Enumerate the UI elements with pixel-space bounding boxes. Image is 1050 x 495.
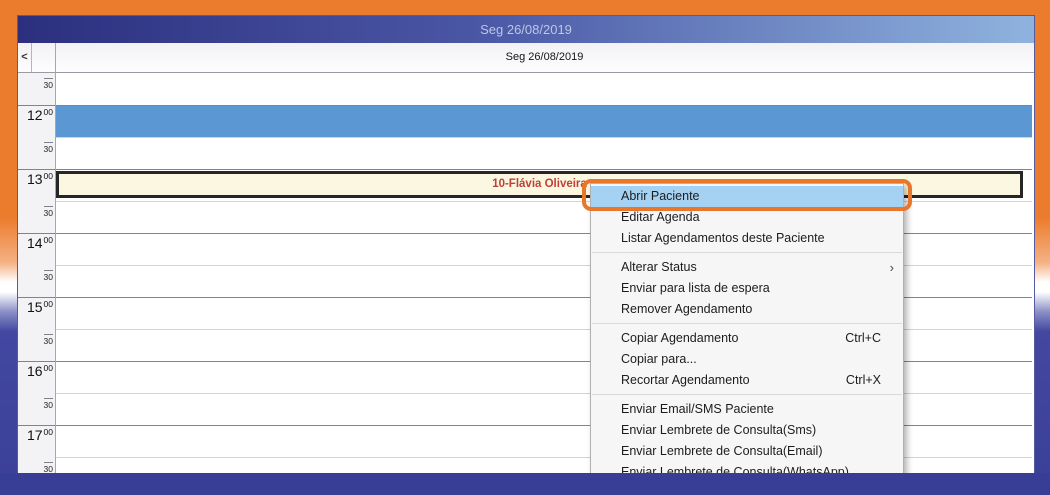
menu-item-label: Remover Agendamento [621,299,752,320]
menu-item-enviar-para-lista-de-espera[interactable]: Enviar para lista de espera [591,278,903,299]
context-menu: Abrir PacienteEditar AgendaListar Agenda… [590,183,904,476]
half-hour-label: 30 [18,395,53,413]
hour-label: 1400 [18,235,53,253]
menu-item-label: Enviar Lembrete de Consulta(Email) [621,441,822,462]
hour-gridline-gutter [18,105,55,106]
menu-item-enviar-lembrete-de-consulta-email[interactable]: Enviar Lembrete de Consulta(Email) [591,441,903,462]
hour-label: 1700 [18,427,53,445]
menu-item-editar-agenda[interactable]: Editar Agenda [591,207,903,228]
menu-item-alterar-status[interactable]: Alterar Status › [591,257,903,278]
menu-separator [592,252,902,253]
menu-item-label: Enviar Email/SMS Paciente [621,399,774,420]
menu-item-label: Listar Agendamentos deste Paciente [621,228,825,249]
menu-item-shortcut: Ctrl+C [845,328,894,349]
half-hour-label: 30 [18,267,53,285]
menu-item-listar-agendamentos-deste-paciente[interactable]: Listar Agendamentos deste Paciente [591,228,903,249]
menu-item-recortar-agendamento[interactable]: Recortar Agendamento Ctrl+X [591,370,903,391]
menu-separator [592,394,902,395]
hour-gridline-gutter [18,233,55,234]
half-hour-gridline [55,137,1032,138]
menu-item-abrir-paciente[interactable]: Abrir Paciente [591,186,903,207]
hour-gridline-gutter [18,169,55,170]
menu-item-label: Enviar para lista de espera [621,278,770,299]
menu-item-label: Copiar Agendamento [621,328,738,349]
hour-label: 1200 [18,107,53,125]
agenda-window: Seg 26/08/2019 < Seg 26/08/2019 30 1200 30… [17,15,1035,476]
menu-item-remover-agendamento[interactable]: Remover Agendamento [591,299,903,320]
menu-item-label: Copiar para... [621,349,697,370]
hour-label: 1300 [18,171,53,189]
menu-item-label: Enviar Lembrete de Consulta(Sms) [621,420,816,441]
hour-gridline-gutter [18,425,55,426]
selected-time-slot[interactable] [55,106,1032,137]
screenshot-frame: Seg 26/08/2019 < Seg 26/08/2019 30 1200 30… [0,0,1050,495]
hour-gridline [55,105,1032,106]
hour-gridline [55,169,1032,170]
day-column-header: < Seg 26/08/2019 [18,43,1034,73]
menu-item-copiar-agendamento[interactable]: Copiar Agendamento Ctrl+C [591,328,903,349]
submenu-arrow-icon: › [890,257,894,278]
half-hour-label: 30 [18,331,53,349]
hour-label: 1600 [18,363,53,381]
hour-gridline-gutter [18,361,55,362]
menu-item-enviar-lembrete-de-consulta-sms[interactable]: Enviar Lembrete de Consulta(Sms) [591,420,903,441]
day-column-label: Seg 26/08/2019 [55,43,1034,72]
gutter-divider [55,43,56,475]
half-hour-label: 30 [18,75,53,93]
menu-item-enviar-email-sms-paciente[interactable]: Enviar Email/SMS Paciente [591,399,903,420]
menu-item-label: Abrir Paciente [621,186,700,207]
half-hour-label: 30 [18,203,53,221]
menu-item-label: Alterar Status [621,257,697,278]
menu-item-copiar-para[interactable]: Copiar para... [591,349,903,370]
menu-separator [592,323,902,324]
menu-item-label: Editar Agenda [621,207,700,228]
menu-item-shortcut: Ctrl+X [846,370,894,391]
bottom-frame-bar [0,473,1050,495]
time-slot[interactable] [55,74,1032,105]
menu-item-label: Recortar Agendamento [621,370,750,391]
prev-day-button[interactable]: < [18,43,32,72]
time-slot[interactable] [55,138,1032,169]
day-title-bar: Seg 26/08/2019 [18,16,1034,43]
half-hour-label: 30 [18,139,53,157]
hour-gridline-gutter [18,297,55,298]
hour-label: 1500 [18,299,53,317]
